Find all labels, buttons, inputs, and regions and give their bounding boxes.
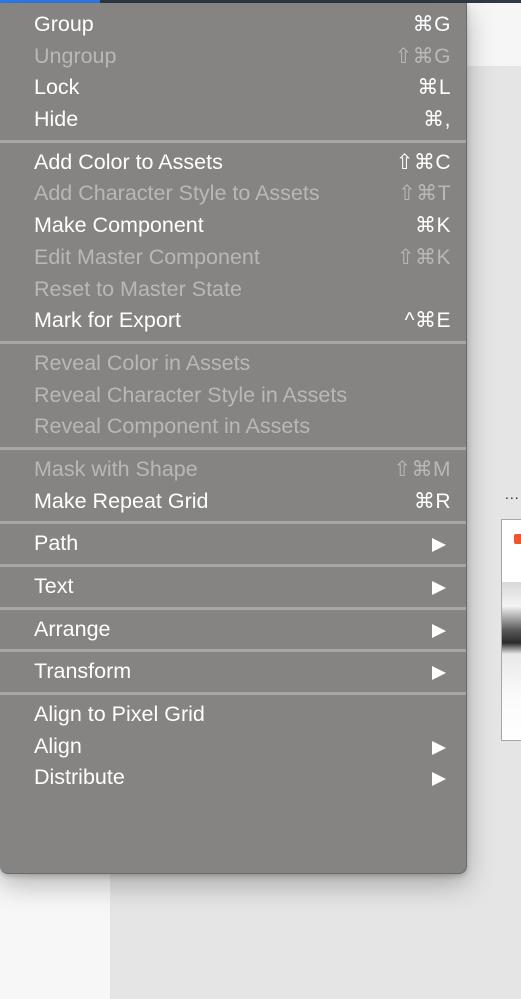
menu-separator (0, 446, 466, 450)
menu-item-reveal-character-style-in-assets: Reveal Character Style in Assets (0, 380, 466, 412)
menu-section: Group ⌘G Ungroup ⇧⌘G Lock ⌘L Hide ⌘, (0, 3, 466, 136)
keyboard-shortcut: ⌘G (412, 13, 451, 36)
menu-separator (0, 139, 466, 143)
menu-item-transform[interactable]: Transform (0, 656, 466, 688)
artboard-more-icon[interactable]: ... (505, 486, 520, 502)
menu-item-path[interactable]: Path (0, 528, 466, 560)
keyboard-shortcut: ⌘, (423, 108, 451, 132)
menu-section: Arrange (0, 614, 466, 646)
menu-item-add-character-style-to-assets: Add Character Style to Assets ⇧⌘T (0, 178, 466, 210)
menu-item-align[interactable]: Align (0, 731, 466, 763)
submenu-arrow-icon (432, 772, 446, 787)
menu-item-label: Align to Pixel Grid (34, 702, 205, 727)
menu-item-label: Transform (34, 659, 132, 684)
menu-item-label: Distribute (34, 765, 125, 790)
menu-item-label: Lock (34, 75, 80, 100)
menu-item-text[interactable]: Text (0, 571, 466, 603)
keyboard-shortcut: ⇧⌘C (395, 150, 451, 174)
menu-section: Mask with Shape ⇧⌘M Make Repeat Grid ⌘R (0, 454, 466, 517)
menu-section: Align to Pixel Grid Align Distribute (0, 699, 466, 794)
menu-item-make-repeat-grid[interactable]: Make Repeat Grid ⌘R (0, 486, 466, 518)
menu-item-label: Align (34, 733, 82, 758)
menu-section: Add Color to Assets ⇧⌘C Add Character Styl… (0, 147, 466, 337)
menu-item-label: Add Character Style to Assets (34, 181, 320, 206)
menu-item-align-to-pixel-grid[interactable]: Align to Pixel Grid (0, 699, 466, 731)
keyboard-shortcut: ⇧⌘G (394, 44, 451, 68)
menu-item-make-component[interactable]: Make Component ⌘K (0, 210, 466, 242)
context-menu: Group ⌘G Ungroup ⇧⌘G Lock ⌘L Hide ⌘, Add Color t… (0, 3, 467, 874)
menu-item-lock[interactable]: Lock ⌘L (0, 72, 466, 104)
menu-separator (0, 521, 466, 525)
keyboard-shortcut: ⌘K (414, 214, 451, 238)
menu-item-label: Edit Master Component (34, 244, 260, 269)
menu-section: Transform (0, 656, 466, 688)
menu-item-label: Add Color to Assets (34, 149, 223, 174)
menu-item-label: Mask with Shape (34, 456, 198, 481)
submenu-arrow-icon (432, 581, 446, 595)
menu-item-label: Ungroup (34, 43, 117, 68)
menu-item-label: Group (34, 12, 94, 36)
menu-separator (0, 692, 466, 696)
menu-item-label: Arrange (34, 616, 111, 641)
menu-item-mask-with-shape: Mask with Shape ⇧⌘M (0, 454, 466, 486)
menu-item-label: Mark for Export (34, 308, 181, 333)
menu-item-distribute[interactable]: Distribute (0, 762, 466, 794)
keyboard-shortcut: ⇧⌘T (398, 182, 451, 206)
menu-item-reveal-component-in-assets: Reveal Component in Assets (0, 411, 466, 443)
keyboard-shortcut: ^⌘E (404, 309, 451, 333)
artboard-thumbnail[interactable] (501, 519, 521, 741)
menu-item-arrange[interactable]: Arrange (0, 614, 466, 646)
menu-item-label: Hide (34, 107, 79, 132)
menu-item-hide[interactable]: Hide ⌘, (0, 104, 466, 136)
menu-item-label: Reveal Color in Assets (34, 350, 251, 375)
keyboard-shortcut: ⇧⌘M (393, 457, 451, 481)
keyboard-shortcut: ⌘L (417, 76, 451, 100)
keyboard-shortcut: ⌘R (413, 489, 451, 513)
menu-item-reset-to-master-state: Reset to Master State (0, 274, 466, 306)
menu-item-edit-master-component: Edit Master Component ⇧⌘K (0, 242, 466, 274)
menu-item-ungroup: Ungroup ⇧⌘G (0, 41, 466, 73)
submenu-arrow-icon (432, 740, 446, 755)
menu-item-label: Make Repeat Grid (34, 488, 209, 513)
menu-item-add-color-to-assets[interactable]: Add Color to Assets ⇧⌘C (0, 147, 466, 179)
menu-item-label: Path (34, 531, 79, 556)
artboard-logo (514, 534, 521, 544)
menu-item-label: Text (34, 574, 74, 598)
menu-item-label: Reveal Character Style in Assets (34, 382, 348, 407)
submenu-arrow-icon (432, 538, 446, 553)
keyboard-shortcut: ⇧⌘K (396, 245, 451, 269)
menu-section: Reveal Color in Assets Reveal Character S… (0, 348, 466, 443)
menu-separator (0, 564, 466, 567)
artboard-photo (502, 582, 521, 740)
menu-separator (0, 606, 466, 610)
submenu-arrow-icon (432, 666, 446, 681)
menu-section: Text (0, 571, 466, 603)
menu-item-label: Reset to Master State (34, 276, 242, 301)
menu-item-group[interactable]: Group ⌘G (0, 9, 466, 41)
menu-item-reveal-color-in-assets: Reveal Color in Assets (0, 348, 466, 380)
menu-separator (0, 340, 466, 344)
menu-item-label: Make Component (34, 213, 204, 238)
menu-separator (0, 649, 466, 653)
submenu-arrow-icon (432, 623, 446, 638)
menu-item-mark-for-export[interactable]: Mark for Export ^⌘E (0, 305, 466, 337)
menu-section: Path (0, 528, 466, 560)
menu-item-label: Reveal Component in Assets (34, 414, 311, 439)
